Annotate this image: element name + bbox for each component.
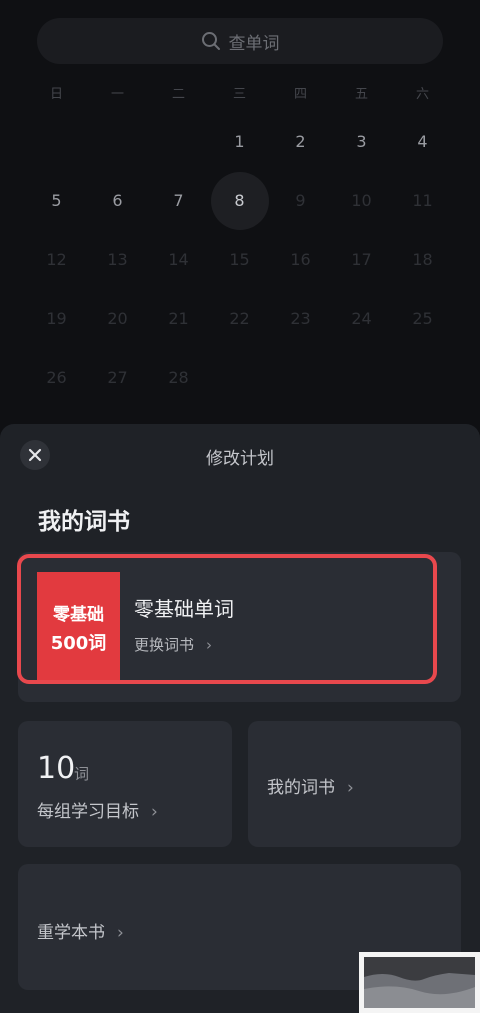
calendar-day[interactable]: 4 — [392, 112, 453, 171]
calendar-day[interactable]: 21 — [148, 289, 209, 348]
floating-thumbnail[interactable] — [359, 952, 480, 1013]
my-books-text: 我的词书 — [267, 778, 335, 798]
calendar-day[interactable]: 14 — [148, 230, 209, 289]
sheet-title: 修改计划 — [206, 449, 274, 469]
search-bar[interactable]: 查单词 — [37, 18, 443, 64]
group-goal-tile[interactable]: 10 词 每组学习目标 › — [18, 721, 232, 847]
calendar-day-number: 10 — [351, 191, 372, 210]
calendar-day[interactable]: 18 — [392, 230, 453, 289]
calendar-day[interactable]: 17 — [331, 230, 392, 289]
calendar-day[interactable]: 3 — [331, 112, 392, 171]
calendar-day[interactable]: 27 — [87, 348, 148, 407]
calendar-day[interactable]: 8 — [209, 171, 270, 230]
calendar-day-number: 13 — [107, 250, 128, 269]
chevron-right-icon: › — [151, 802, 158, 822]
calendar-day[interactable]: 15 — [209, 230, 270, 289]
weekday-label: 六 — [415, 87, 429, 102]
calendar-day-number: 25 — [412, 309, 433, 328]
weekday-label: 五 — [354, 87, 368, 102]
calendar-day[interactable]: 19 — [26, 289, 87, 348]
calendar-day-number: 12 — [46, 250, 67, 269]
search-placeholder: 查单词 — [228, 33, 280, 54]
calendar-day[interactable]: 13 — [87, 230, 148, 289]
calendar-day[interactable]: 25 — [392, 289, 453, 348]
calendar-day[interactable]: 7 — [148, 171, 209, 230]
calendar-day[interactable]: 5 — [26, 171, 87, 230]
my-books-tile[interactable]: 我的词书 › — [248, 721, 461, 847]
modify-plan-sheet: 修改计划 我的词书 零基础 500词 零基础单词 更换词书 › 10 词 每组学习… — [0, 424, 480, 1013]
calendar-day-number: 1 — [234, 132, 245, 151]
search-icon — [201, 32, 220, 50]
calendar-day-number: 2 — [295, 132, 306, 151]
section-title: 我的词书 — [38, 509, 130, 535]
calendar-day-number: 3 — [356, 132, 367, 151]
relearn-text: 重学本书 — [37, 923, 105, 943]
calendar-day[interactable]: 24 — [331, 289, 392, 348]
weekday-label: 四 — [293, 87, 307, 102]
calendar-day[interactable]: 26 — [26, 348, 87, 407]
calendar: 日一二三四五六 1 2 3 4 5 6 7 8 9 10 11 12 13 14 15 16 17 18 19 20 2… — [26, 80, 454, 407]
calendar-day-number: 19 — [46, 309, 67, 328]
calendar-day-number: 27 — [107, 368, 128, 387]
calendar-day-number: 26 — [46, 368, 67, 387]
calendar-day[interactable]: 11 — [392, 171, 453, 230]
calendar-day-number: 9 — [295, 191, 306, 210]
calendar-blank — [26, 112, 87, 171]
calendar-day[interactable]: 2 — [270, 112, 331, 171]
calendar-day-number: 6 — [112, 191, 123, 210]
calendar-grid: 1 2 3 4 5 6 7 8 9 10 11 12 13 14 15 16 17 18 19 20 21 22 23 24 2… — [26, 112, 454, 407]
calendar-day-number: 5 — [51, 191, 62, 210]
relearn-label: 重学本书 › — [37, 918, 124, 943]
calendar-blank — [87, 112, 148, 171]
calendar-day[interactable]: 10 — [331, 171, 392, 230]
calendar-day[interactable]: 1 — [209, 112, 270, 171]
calendar-day[interactable]: 16 — [270, 230, 331, 289]
calendar-blank — [148, 112, 209, 171]
goal-value: 10 — [37, 751, 76, 786]
calendar-day-number: 7 — [173, 191, 184, 210]
calendar-day-number: 16 — [290, 250, 311, 269]
calendar-day[interactable]: 12 — [26, 230, 87, 289]
weekday-label: 三 — [232, 87, 246, 102]
weekday-label: 二 — [171, 87, 185, 102]
calendar-day[interactable]: 28 — [148, 348, 209, 407]
calendar-day-number: 15 — [229, 250, 250, 269]
calendar-day[interactable]: 9 — [270, 171, 331, 230]
weekday-label: 一 — [110, 87, 124, 102]
calendar-day-number: 14 — [168, 250, 189, 269]
chevron-right-icon: › — [347, 778, 354, 798]
calendar-day[interactable]: 22 — [209, 289, 270, 348]
calendar-day-number: 20 — [107, 309, 128, 328]
goal-label: 每组学习目标 › — [37, 797, 158, 822]
goal-label-text: 每组学习目标 — [37, 802, 139, 822]
calendar-day-number: 28 — [168, 368, 189, 387]
calendar-day[interactable]: 6 — [87, 171, 148, 230]
calendar-day-number: 18 — [412, 250, 433, 269]
calendar-day-number: 11 — [412, 191, 433, 210]
calendar-day-number: 23 — [290, 309, 311, 328]
calendar-day-number: 24 — [351, 309, 372, 328]
highlight-outline — [17, 554, 437, 684]
calendar-day-number: 8 — [234, 191, 245, 210]
weekday-label: 日 — [49, 87, 63, 102]
calendar-day-number: 21 — [168, 309, 189, 328]
weekday-header: 日一二三四五六 — [26, 80, 454, 110]
thumbnail-image — [364, 957, 475, 1008]
calendar-day-number: 22 — [229, 309, 250, 328]
calendar-day-number: 17 — [351, 250, 372, 269]
calendar-day-number: 4 — [417, 132, 428, 151]
calendar-day[interactable]: 23 — [270, 289, 331, 348]
goal-unit: 词 — [74, 765, 90, 783]
calendar-day[interactable]: 20 — [87, 289, 148, 348]
my-books-label: 我的词书 › — [267, 773, 354, 798]
chevron-right-icon: › — [117, 923, 124, 943]
